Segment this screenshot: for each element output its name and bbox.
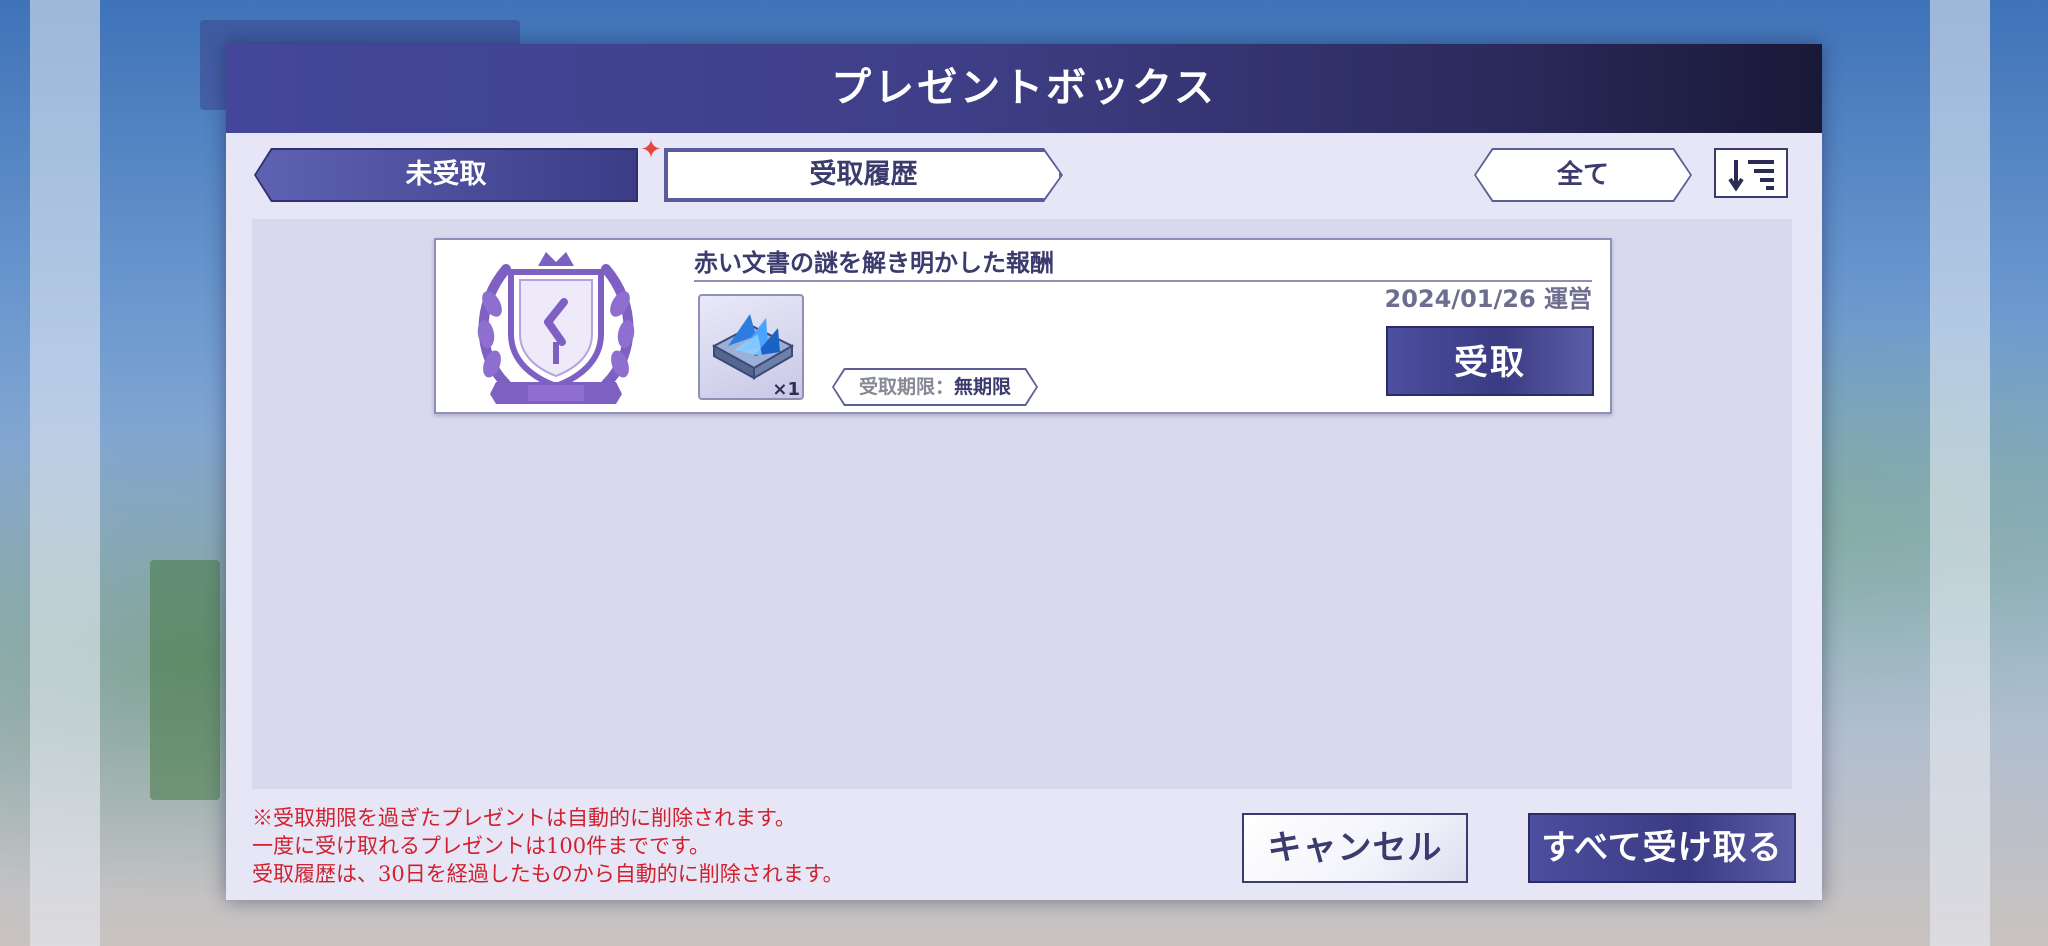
- notice-line: 受取履歴は、30日を経過したものから自動的に削除されます。: [252, 862, 844, 886]
- present-title: 赤い文書の謎を解き明かした報酬: [694, 246, 1592, 282]
- background-pillar-left: [30, 0, 100, 946]
- present-sender: 運営: [1544, 285, 1592, 313]
- notice-text: ※受取期限を過ぎたプレゼントは自動的に削除されます。 一度に受け取れるプレゼント…: [252, 804, 1012, 888]
- notice-line: ※受取期限を過ぎたプレゼントは自動的に削除されます。: [252, 806, 796, 830]
- crystal-box-icon: [711, 314, 795, 380]
- receive-all-button[interactable]: すべて受け取る: [1528, 813, 1796, 883]
- present-card: 赤い文書の謎を解き明かした報酬 2024/01/26 運営 ×1 受取期限：無期…: [434, 238, 1612, 414]
- filter-button[interactable]: 全て: [1476, 150, 1690, 200]
- crest-icon: [466, 244, 646, 414]
- notice-line: 一度に受け取れるプレゼントは100件までです。: [252, 834, 710, 858]
- present-date: 2024/01/26 運営: [1385, 284, 1592, 314]
- dialog-title: プレゼントボックス: [831, 65, 1217, 111]
- present-date-value: 2024/01/26: [1384, 285, 1536, 313]
- item-quantity: ×1: [772, 379, 800, 400]
- deadline-value: 無期限: [954, 376, 1012, 398]
- background-pillar-right: [1930, 0, 1990, 946]
- background-tree: [150, 560, 220, 800]
- new-badge-icon: ✦: [640, 135, 662, 165]
- sort-button[interactable]: [1714, 148, 1788, 198]
- tab-history[interactable]: 受取履歴: [666, 150, 1061, 200]
- present-box-dialog: プレゼントボックス 未受取 ✦ 受取履歴 全て 赤い文書の謎を解き明かした報酬 …: [226, 44, 1822, 900]
- deadline-tag: 受取期限：無期限: [834, 370, 1036, 404]
- tab-unreceived[interactable]: 未受取: [256, 150, 636, 200]
- deadline-label: 受取期限：: [858, 376, 954, 398]
- sort-descending-icon: [1728, 160, 1774, 192]
- item-slot[interactable]: ×1: [698, 294, 804, 400]
- cancel-button[interactable]: キャンセル: [1242, 813, 1468, 883]
- receive-button[interactable]: 受取: [1386, 326, 1594, 396]
